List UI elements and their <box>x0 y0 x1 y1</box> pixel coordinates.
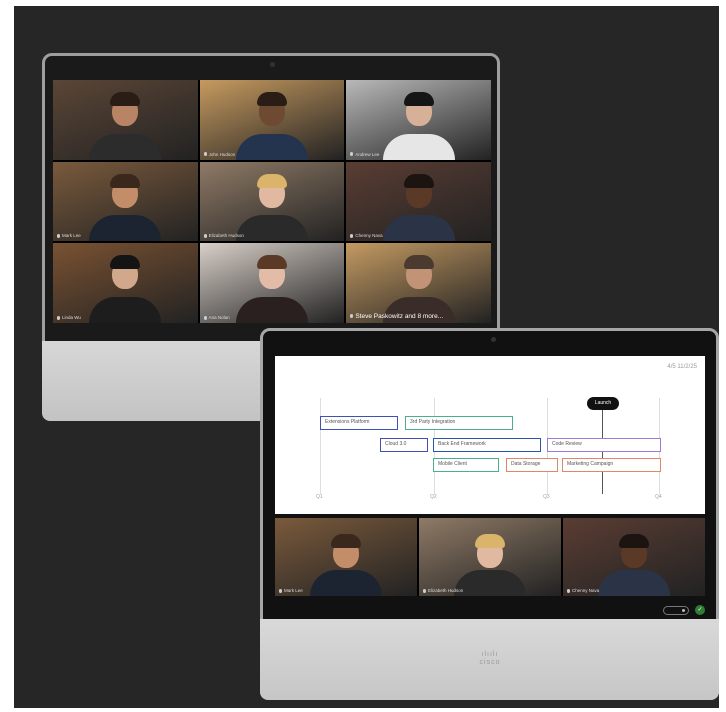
microphone-icon <box>203 234 207 239</box>
camera-icon <box>270 62 275 67</box>
microphone-icon <box>423 588 426 593</box>
participant-video-tile[interactable]: Mark Lee <box>53 161 198 242</box>
axis-label: Q4 <box>655 494 662 500</box>
participant-name: Steve Paskowitz and 8 more... <box>350 313 443 320</box>
axis-label: Q2 <box>430 494 437 500</box>
participant-name: John Hudson <box>203 151 236 157</box>
participant-hair <box>403 255 434 270</box>
participant-name: Chenny Nava <box>567 588 599 593</box>
participant-body <box>89 215 162 242</box>
roadmap-bar[interactable]: Back End Framework <box>433 438 541 452</box>
participant-name-text: Ana Nolan <box>208 314 230 320</box>
video-grid: John Hudson Andrew Lee Mark Lee Elizabeth H… <box>53 80 491 323</box>
participant-hair <box>403 173 434 188</box>
participant-name: Chenny Nava <box>350 233 383 239</box>
participant-name: Mark Lee <box>57 233 81 238</box>
participant-video-tile[interactable]: Chenny Nava <box>563 518 705 596</box>
participant-video-tile[interactable]: Linda Wu <box>53 243 198 323</box>
microphone-icon <box>350 152 354 157</box>
participant-video-tile[interactable]: Ana Nolan <box>199 243 345 323</box>
participant-hair <box>475 534 505 548</box>
participant-name-text: Mark Lee <box>62 233 81 239</box>
microphone-icon <box>203 152 207 157</box>
roadmap-bar[interactable]: Data Storage <box>506 458 558 472</box>
participant-body <box>382 215 455 242</box>
participant-video-tile[interactable]: John Hudson <box>199 80 345 160</box>
cisco-logo: ılıılı cisco <box>479 651 501 666</box>
roadmap-bar[interactable]: Mobile Client <box>433 458 499 472</box>
participant-video-tile[interactable]: Andrew Lee <box>346 80 491 160</box>
launch-milestone[interactable]: Launch <box>587 397 619 410</box>
roadmap-bar[interactable]: Extensions Platform <box>320 416 398 430</box>
participant-name: Mark Lee <box>279 588 303 593</box>
participant-hair <box>331 534 361 548</box>
launch-marker-line <box>602 410 603 494</box>
participant-name-text: Elizabeth Hudson <box>208 233 244 239</box>
participant-video-tile[interactable]: Chenny Nava <box>346 161 491 242</box>
participant-name-text: Steve Paskowitz and 8 more... <box>355 312 444 320</box>
speaker-base: ılıılı cisco <box>260 619 719 700</box>
camera-icon <box>491 337 496 342</box>
participant-name-text: Chenny Nava <box>572 588 600 593</box>
desk-device-bottom: 4/5 11/2/25 Q1 Q2 Q3 Q4 Launch Extension… <box>260 328 719 700</box>
microphone-icon <box>350 234 354 239</box>
participant-hair <box>619 534 649 548</box>
participant-name: Elizabeth Hudson <box>203 233 244 239</box>
product-photo-backdrop: John Hudson Andrew Lee Mark Lee Elizabeth H… <box>14 6 719 708</box>
camera-toggle-button[interactable] <box>663 606 689 615</box>
participant-hair <box>256 92 287 106</box>
participant-video-tile[interactable]: Mark Lee <box>275 518 417 596</box>
participant-name: Andrew Lee <box>350 152 379 157</box>
participant-name: Linda Wu <box>57 315 81 320</box>
video-strip: Mark Lee Elizabeth Hudson Chenny Nava <box>275 518 705 596</box>
roadmap-bar[interactable]: Code Review <box>547 438 661 452</box>
roadmap-bar[interactable]: Marketing Campaign <box>562 458 661 472</box>
participant-hair <box>110 255 141 270</box>
microphone-icon <box>279 588 282 593</box>
participant-video-tile[interactable]: Elizabeth Hudson <box>199 161 345 242</box>
participant-name: Elizabeth Hudson <box>423 588 463 593</box>
participant-hair <box>256 255 287 270</box>
timeline-gridline <box>320 398 321 494</box>
participant-video-tile[interactable] <box>53 80 198 160</box>
axis-label: Q3 <box>543 494 550 500</box>
participant-name: Ana Nolan <box>203 314 230 320</box>
participant-name-text: Andrew Lee <box>355 151 380 157</box>
participant-hair <box>110 173 141 188</box>
participant-name-text: John Hudson <box>208 151 236 157</box>
axis-label: Q1 <box>316 494 323 500</box>
participant-video-tile[interactable]: Elizabeth Hudson <box>419 518 561 596</box>
participant-name-text: Chenny Nava <box>355 233 383 239</box>
participant-hair <box>110 92 141 106</box>
participant-hair <box>256 173 287 188</box>
microphone-icon <box>57 315 60 320</box>
participant-body <box>235 215 308 242</box>
microphone-icon <box>57 234 60 239</box>
whiteboard-roadmap[interactable]: 4/5 11/2/25 Q1 Q2 Q3 Q4 Launch Extension… <box>275 356 705 514</box>
participant-name-text: Mark Lee <box>284 588 303 593</box>
participant-name-text: Linda Wu <box>62 314 81 320</box>
call-status-icon[interactable]: ✓ <box>695 605 705 615</box>
roadmap-bar[interactable]: Cloud 3.0 <box>380 438 428 452</box>
roadmap-bar[interactable]: 3rd Party Integration <box>405 416 513 430</box>
page-number: 4/5 11/2/25 <box>667 364 697 370</box>
microphone-icon <box>567 588 570 593</box>
participant-name-text: Elizabeth Hudson <box>428 588 464 593</box>
participant-video-tile[interactable]: Steve Paskowitz and 8 more... <box>346 243 491 323</box>
microphone-icon <box>203 315 207 320</box>
participant-hair <box>403 92 434 106</box>
microphone-icon <box>350 314 354 319</box>
